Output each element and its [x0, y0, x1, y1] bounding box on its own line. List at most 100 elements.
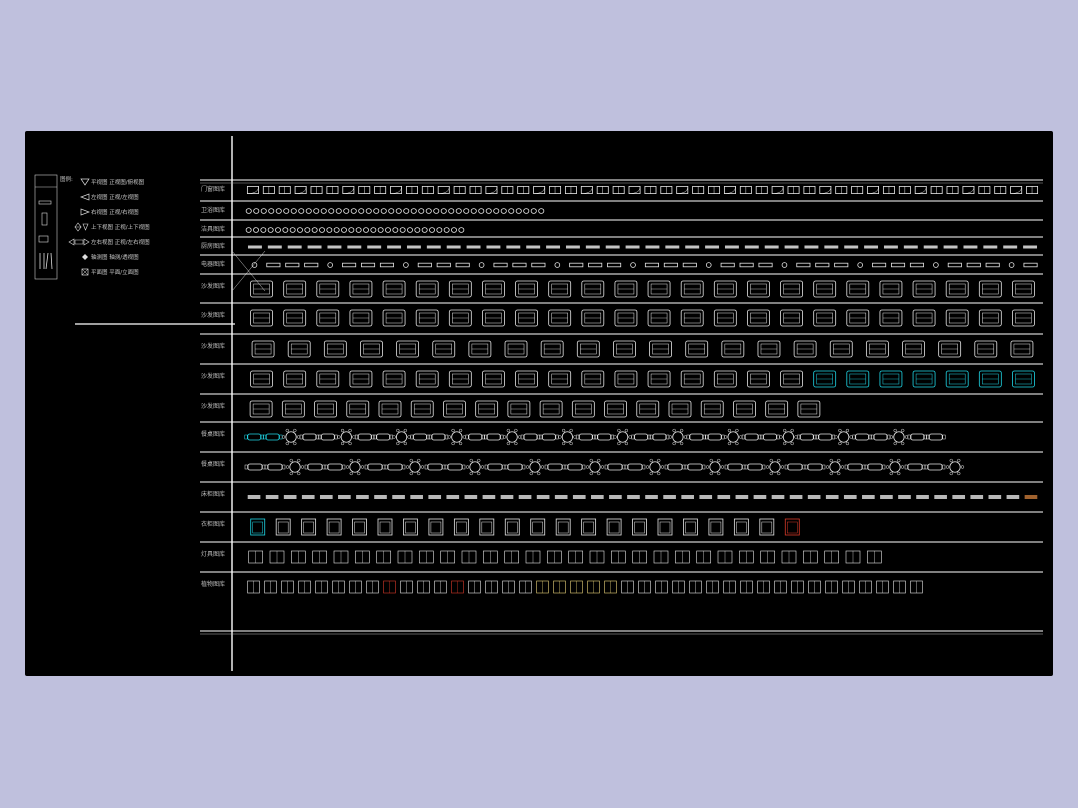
- chair-symbol: [407, 435, 411, 439]
- door-swing: [485, 186, 498, 194]
- chair-symbol: [458, 428, 463, 433]
- chair-symbol: [834, 435, 838, 439]
- door-symbol: [723, 186, 736, 195]
- chair-symbol: [838, 441, 842, 446]
- chair-symbol: [864, 464, 868, 470]
- nightstand-symbol: [265, 495, 279, 499]
- appliance-symbol: [327, 245, 342, 249]
- chair-symbol: [322, 464, 326, 470]
- nightstand-symbol: [843, 495, 857, 499]
- door-symbol: [867, 186, 880, 195]
- wardrobe-door: [252, 521, 263, 534]
- appliance-symbol: [983, 245, 998, 249]
- chair-symbol: [838, 428, 842, 433]
- appliance-symbol: [758, 262, 773, 268]
- chair-symbol: [589, 458, 593, 463]
- wardrobe-door: [354, 521, 365, 534]
- door-swing: [962, 186, 975, 194]
- chair-symbol: [893, 428, 897, 433]
- chair-symbol: [417, 458, 421, 463]
- table-symbol: [387, 463, 403, 471]
- chair-symbol: [794, 435, 798, 439]
- chair-symbol: [705, 465, 710, 469]
- chair-symbol: [829, 458, 833, 463]
- chair-symbol: [822, 464, 826, 470]
- chair-symbol: [942, 464, 946, 470]
- chair-symbol: [281, 435, 286, 439]
- chair-symbol: [897, 471, 901, 476]
- table-symbol: [247, 433, 262, 441]
- chair-symbol: [624, 464, 628, 470]
- legend-frame: [34, 174, 58, 280]
- chair-symbol: [405, 465, 410, 469]
- nightstand-symbol: [1024, 495, 1038, 499]
- chair-symbol: [420, 465, 425, 469]
- table-symbol: [561, 431, 573, 443]
- door-symbol: [390, 186, 403, 195]
- symbol-row: 沙发图库: [200, 273, 1043, 298]
- chair-symbol: [597, 458, 601, 463]
- table-symbol: [285, 431, 297, 443]
- table-symbol: [928, 433, 943, 441]
- appliance-symbol: [1023, 245, 1038, 249]
- wardrobe-door: [328, 521, 340, 534]
- nightstand-symbol: [554, 495, 568, 499]
- chair-symbol: [617, 441, 621, 446]
- legend-item: 上下视图 正视/上下视图: [74, 222, 150, 232]
- wardrobe-door: [507, 521, 518, 534]
- wardrobe-door: [659, 521, 671, 534]
- table-symbol: [468, 433, 483, 441]
- table-symbol: [431, 433, 446, 441]
- chair-symbol: [804, 464, 808, 470]
- appliance-symbol: [784, 245, 799, 249]
- cad-drawing-canvas[interactable]: 图例: 平视图 正视图/俯视图 左视图 正视/左视图 右视图 正视/右视图 上下视图 …: [25, 131, 1053, 676]
- appliance-symbol: [764, 245, 779, 249]
- chair-symbol: [739, 435, 743, 439]
- table-symbol: [349, 461, 361, 473]
- chair-symbol: [765, 465, 770, 469]
- appliance-symbol: [585, 245, 600, 249]
- chair-symbol: [529, 458, 533, 463]
- chair-symbol: [957, 458, 961, 463]
- nightstand-symbol: [880, 495, 893, 499]
- chair-symbol: [960, 465, 965, 469]
- appliance-symbol: [493, 262, 508, 268]
- table-symbol: [607, 463, 623, 471]
- chair-symbol: [396, 428, 400, 433]
- chair-symbol: [451, 428, 455, 433]
- appliance-symbol: [682, 262, 697, 268]
- symbol-row: 沙发图库: [200, 302, 1043, 327]
- appliance-symbol: [554, 262, 561, 268]
- door-symbol: [1010, 186, 1023, 195]
- table-symbol: [469, 461, 481, 473]
- legend-item-label: 轴测图 轴测/透视图: [91, 253, 139, 261]
- box-x-strokes: [81, 268, 89, 276]
- chair-symbol: [802, 464, 806, 470]
- door-symbol: [342, 186, 355, 195]
- fixture-symbol: [508, 208, 515, 214]
- nightstand-symbol: [374, 495, 387, 499]
- chair-symbol: [942, 434, 946, 440]
- chair-symbol: [424, 464, 428, 470]
- legend-swatch-4: [39, 252, 53, 270]
- chair-symbol: [514, 428, 518, 433]
- appliance-symbol: [531, 262, 546, 268]
- fixture-symbol: [283, 208, 290, 214]
- chair-symbol: [762, 464, 766, 470]
- fixture-symbol: [433, 208, 440, 214]
- legend-swatch-3: [38, 235, 49, 243]
- appliance-symbol: [466, 245, 481, 249]
- chair-symbol: [645, 465, 650, 469]
- chair-symbol: [282, 464, 286, 470]
- table-symbol: [634, 433, 648, 441]
- appliance-symbol: [304, 262, 319, 268]
- fixture-symbol: [298, 208, 305, 214]
- table-symbol: [409, 461, 421, 473]
- table-symbol: [327, 463, 343, 471]
- chair-symbol: [784, 464, 788, 470]
- nightstand-symbol: [247, 495, 261, 499]
- table-symbol: [357, 433, 372, 441]
- fixture-symbol: [304, 227, 311, 233]
- legend-item-label: 左右视图 正视/左右视图: [91, 238, 150, 246]
- chair-symbol: [777, 458, 781, 463]
